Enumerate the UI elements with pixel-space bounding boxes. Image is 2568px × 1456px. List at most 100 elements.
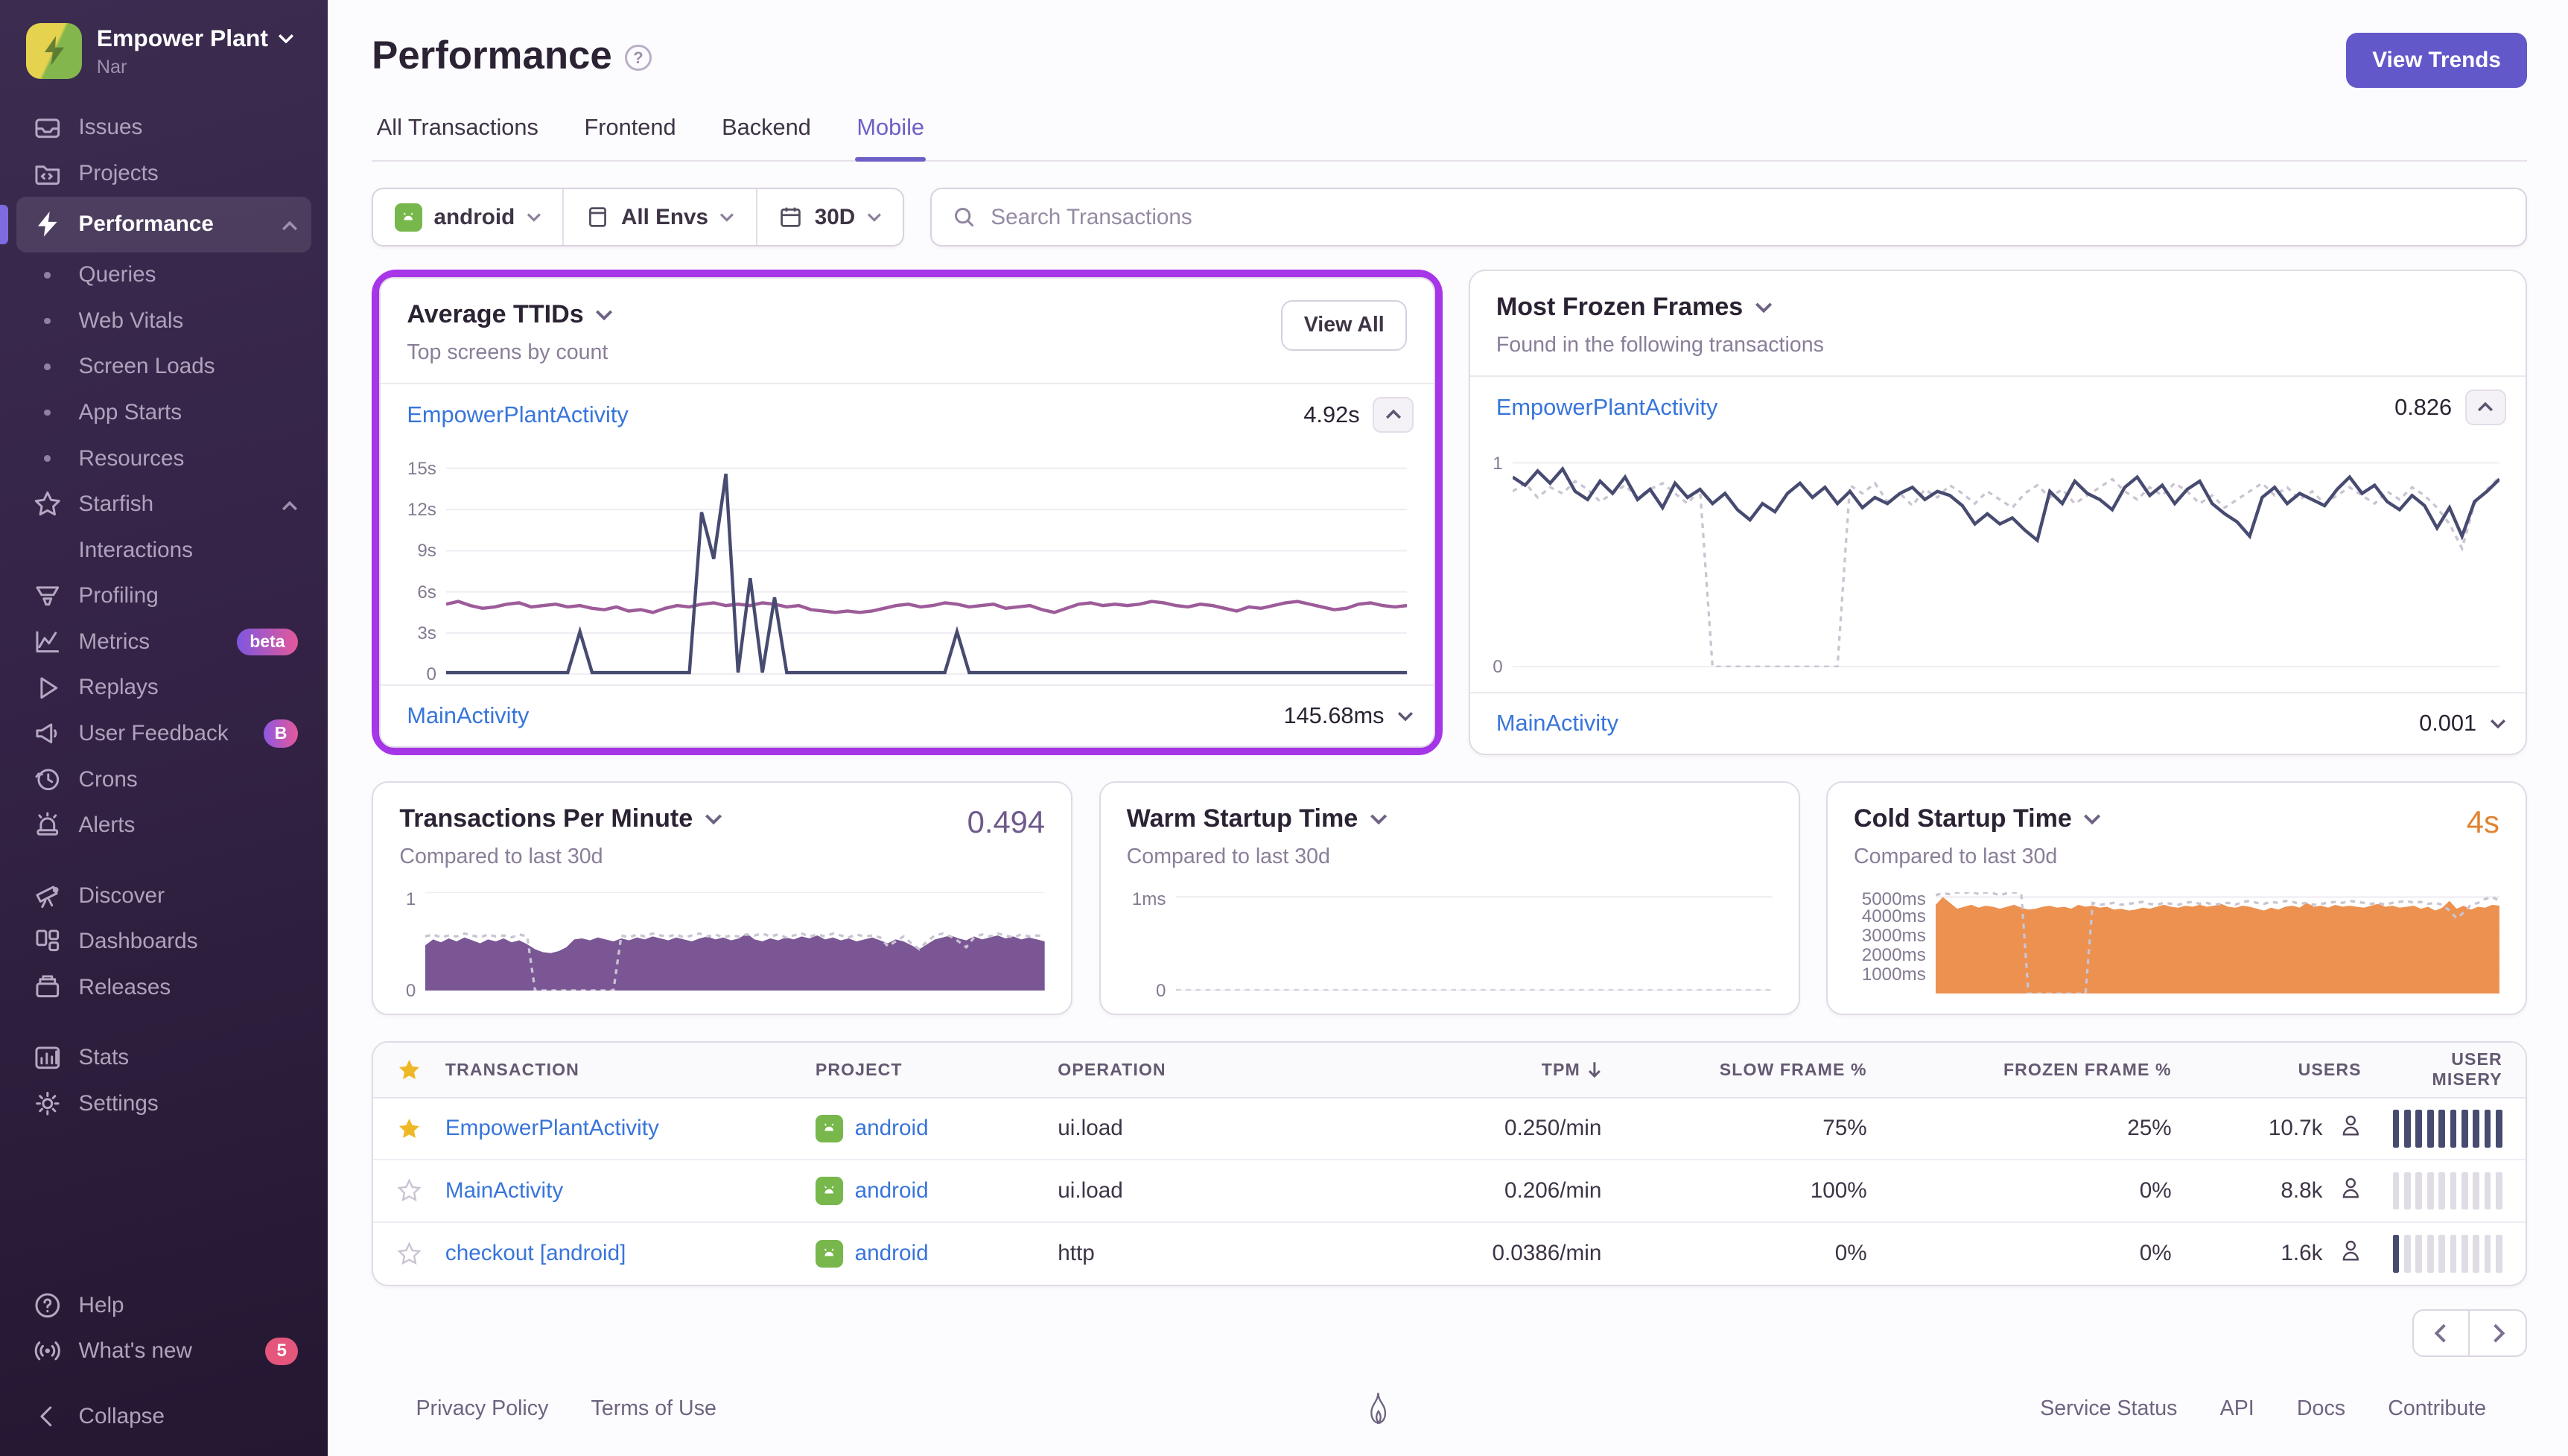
tab-all-transactions[interactable]: All Transactions <box>375 114 541 160</box>
project-link[interactable]: android <box>855 1116 929 1141</box>
previous-page-button[interactable] <box>2412 1309 2470 1357</box>
sidebar-item-queries[interactable]: Queries <box>16 252 311 299</box>
transaction-link[interactable]: MainActivity <box>1496 710 1618 737</box>
chevron-down-icon <box>595 309 613 320</box>
sidebar-item-help[interactable]: Help <box>16 1282 311 1329</box>
footer-link-contribute[interactable]: Contribute <box>2388 1396 2486 1421</box>
sidebar-item-releases[interactable]: Releases <box>16 964 311 1011</box>
cell-project: android <box>816 1240 1058 1268</box>
tab-mobile[interactable]: Mobile <box>855 114 926 160</box>
transaction-link[interactable]: checkout [android] <box>445 1241 626 1266</box>
transaction-value: 0.826 <box>2394 394 2452 421</box>
sidebar-item-collapse[interactable]: Collapse <box>16 1393 311 1440</box>
sidebar-item-stats[interactable]: Stats <box>16 1035 311 1081</box>
sidebar-item-what-s-new[interactable]: What's new5 <box>16 1328 311 1374</box>
sidebar-item-interactions[interactable]: Interactions <box>16 527 311 573</box>
footer-link-docs[interactable]: Docs <box>2297 1396 2345 1421</box>
bullet-dot <box>33 398 63 427</box>
sidebar-item-metrics[interactable]: Metricsbeta <box>16 619 311 665</box>
sidebar-item-settings[interactable]: Settings <box>16 1081 311 1127</box>
tab-frontend[interactable]: Frontend <box>582 114 678 160</box>
sidebar-item-label: Help <box>79 1293 299 1318</box>
most-frozen-frames-title[interactable]: Most Frozen Frames <box>1496 293 1824 322</box>
cell-project: android <box>816 1177 1058 1204</box>
transaction-link[interactable]: EmpowerPlantActivity <box>445 1116 659 1141</box>
average-ttids-title[interactable]: Average TTIDs <box>407 300 613 329</box>
sidebar-item-issues[interactable]: Issues <box>16 105 311 151</box>
star-column-header[interactable] <box>373 1058 445 1082</box>
sidebar-item-crons[interactable]: Crons <box>16 757 311 803</box>
footer-link-privacy-policy[interactable]: Privacy Policy <box>416 1396 549 1421</box>
column-header-project[interactable]: PROJECT <box>816 1060 1058 1080</box>
sidebar-item-label: User Feedback <box>79 721 248 746</box>
star-toggle[interactable] <box>373 1116 445 1141</box>
search-transactions-box <box>930 188 2527 247</box>
date-range-filter[interactable]: 30D <box>756 189 903 245</box>
help-icon <box>33 1291 63 1320</box>
sidebar-item-replays[interactable]: Replays <box>16 665 311 711</box>
view-all-button[interactable]: View All <box>1281 300 1407 351</box>
footer-link-api[interactable]: API <box>2220 1396 2254 1421</box>
column-header-transaction[interactable]: TRANSACTION <box>445 1060 816 1080</box>
collapse-chart-button[interactable] <box>2465 390 2506 425</box>
transaction-link[interactable]: MainActivity <box>445 1178 563 1204</box>
discover-icon <box>33 881 63 911</box>
sidebar-item-app-starts[interactable]: App Starts <box>16 390 311 436</box>
help-question-icon[interactable]: ? <box>625 45 651 71</box>
cell-slow-frame: 75% <box>1628 1116 1893 1141</box>
search-transactions-input[interactable] <box>991 205 2505 230</box>
cell-users: 1.6k <box>2198 1239 2388 1268</box>
sidebar-item-projects[interactable]: Projects <box>16 150 311 197</box>
column-header-operation[interactable]: OPERATION <box>1058 1060 1332 1080</box>
column-header-users[interactable]: USERS <box>2198 1060 2388 1080</box>
footer-links-right: Service Status API Docs Contribute <box>2040 1396 2486 1421</box>
expand-chart-button[interactable] <box>1397 711 1414 721</box>
sidebar-item-performance[interactable]: Performance <box>16 197 311 252</box>
most-frozen-frames-subtitle: Found in the following transactions <box>1496 333 1824 357</box>
transactions-per-minute-panel: Transactions Per Minute Compared to last… <box>372 781 1072 1014</box>
column-header-user-misery[interactable]: USER MISERY <box>2388 1049 2527 1090</box>
sidebar-item-screen-loads[interactable]: Screen Loads <box>16 344 311 390</box>
warm-startup-title[interactable]: Warm Startup Time <box>1127 804 1388 833</box>
sidebar-item-starfish[interactable]: Starfish <box>16 481 311 527</box>
transaction-link[interactable]: EmpowerPlantActivity <box>1496 394 1718 421</box>
chevron-up-icon <box>282 212 298 237</box>
column-header-tpm[interactable]: TPM <box>1333 1060 1628 1080</box>
performance-icon <box>33 209 63 239</box>
column-header-slow-frame[interactable]: SLOW FRAME % <box>1628 1060 1893 1080</box>
tpm-title[interactable]: Transactions Per Minute <box>399 804 722 833</box>
next-page-button[interactable] <box>2470 1309 2527 1357</box>
sidebar-item-web-vitals[interactable]: Web Vitals <box>16 298 311 344</box>
view-trends-button[interactable]: View Trends <box>2346 33 2527 88</box>
star-toggle[interactable] <box>373 1242 445 1266</box>
cold-startup-title[interactable]: Cold Startup Time <box>1854 804 2101 833</box>
environment-filter[interactable]: All Envs <box>562 189 756 245</box>
average-ttids-subtitle: Top screens by count <box>407 340 613 365</box>
project-filter[interactable]: android <box>373 189 562 245</box>
transaction-link[interactable]: MainActivity <box>407 702 529 729</box>
sidebar-item-resources[interactable]: Resources <box>16 436 311 482</box>
collapse-chart-button[interactable] <box>1373 397 1414 433</box>
transactions-table: TRANSACTIONPROJECTOPERATIONTPMSLOW FRAME… <box>372 1041 2527 1286</box>
sidebar-item-user-feedback[interactable]: User FeedbackB <box>16 710 311 757</box>
y-axis-tick: 0 <box>406 981 416 1002</box>
star-toggle[interactable] <box>373 1178 445 1203</box>
project-link[interactable]: android <box>855 1178 929 1204</box>
search-icon <box>952 205 976 229</box>
star-icon <box>33 489 63 519</box>
tab-backend[interactable]: Backend <box>720 114 813 160</box>
footer-link-service-status[interactable]: Service Status <box>2040 1396 2177 1421</box>
sidebar: Empower Plant Nar IssuesProjects Performa… <box>0 0 328 1456</box>
org-switcher[interactable]: Empower Plant Nar <box>0 23 328 105</box>
sidebar-item-dashboards[interactable]: Dashboards <box>16 918 311 964</box>
sidebar-item-discover[interactable]: Discover <box>16 873 311 919</box>
transaction-link[interactable]: EmpowerPlantActivity <box>407 401 629 428</box>
expand-chart-button[interactable] <box>2490 719 2506 728</box>
sidebar-item-profiling[interactable]: Profiling <box>16 573 311 620</box>
project-link[interactable]: android <box>855 1241 929 1266</box>
transaction-value: 0.001 <box>2419 710 2476 737</box>
sidebar-item-alerts[interactable]: Alerts <box>16 802 311 848</box>
footer-link-terms-of-use[interactable]: Terms of Use <box>591 1396 716 1421</box>
sidebar-item-label: Performance <box>79 212 266 237</box>
column-header-frozen-frame[interactable]: FROZEN FRAME % <box>1893 1060 2198 1080</box>
